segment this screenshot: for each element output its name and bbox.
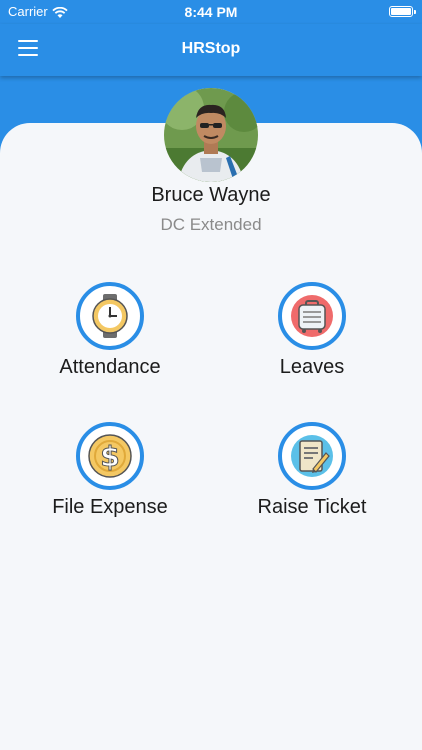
leaves-label: Leaves xyxy=(279,356,345,378)
file-expense-tile[interactable]: $ File Expense xyxy=(15,422,205,519)
profile-name: Bruce Wayne xyxy=(151,184,271,206)
raise-ticket-tile[interactable]: Raise Ticket xyxy=(217,422,407,519)
avatar[interactable] xyxy=(164,88,258,182)
svg-text:$: $ xyxy=(100,440,119,473)
luggage-icon xyxy=(278,282,346,350)
raise-ticket-label: Raise Ticket xyxy=(257,496,367,518)
leaves-tile[interactable]: Leaves xyxy=(217,282,407,379)
status-bar: Carrier 8:44 PM xyxy=(0,0,422,24)
attendance-tile[interactable]: Attendance xyxy=(15,282,205,379)
attendance-label: Attendance xyxy=(59,356,161,378)
clock-time: 8:44 PM xyxy=(184,4,238,20)
clock-icon xyxy=(76,282,144,350)
app-bar: HRStop xyxy=(0,24,422,76)
file-expense-label: File Expense xyxy=(52,496,168,518)
dollar-icon: $ xyxy=(76,422,144,490)
profile-subtitle: DC Extended xyxy=(160,215,262,234)
battery-icon xyxy=(389,6,416,17)
ticket-note-icon xyxy=(278,422,346,490)
app-title: HRStop xyxy=(181,40,241,57)
